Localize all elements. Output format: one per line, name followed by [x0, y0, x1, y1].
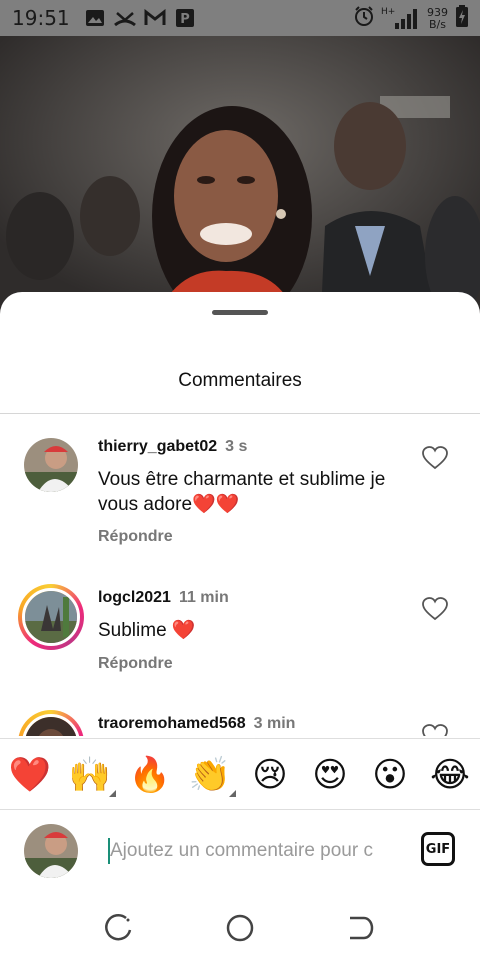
quick-reactions-bar: ❤️ 🙌 🔥 👏 😢 😍 😮 😂: [0, 738, 480, 810]
avatar-story-ring[interactable]: [18, 710, 84, 736]
signal-icon: H+: [381, 7, 421, 31]
sheet-title: Commentaires: [178, 370, 302, 391]
comment-item: logcl2021 11 min Sublime ❤️ Répondre: [0, 564, 480, 694]
status-bar: 19:51 P H+ 939 B/s: [0, 0, 480, 36]
comment-list[interactable]: thierry_gabet02 3 s Vous être charmante e…: [0, 414, 480, 736]
net-speed-unit: B/s: [429, 17, 446, 31]
comment-composer: GIF: [0, 810, 480, 894]
missed-call-icon: [114, 8, 136, 28]
skin-tone-indicator: [229, 790, 236, 797]
sheet-drag-handle[interactable]: [212, 310, 268, 315]
reaction-heart[interactable]: ❤️: [8, 753, 52, 797]
reply-button[interactable]: Répondre: [98, 655, 173, 673]
reaction-crying[interactable]: 😢: [248, 753, 292, 797]
powerpoint-icon: P: [174, 8, 196, 28]
net-speed-value: 939: [427, 5, 448, 19]
system-nav-bar: [0, 894, 480, 960]
current-user-avatar: [24, 824, 78, 878]
gmail-icon: [144, 8, 166, 28]
home-icon[interactable]: [224, 912, 256, 944]
reaction-surprised[interactable]: 😮: [368, 753, 412, 797]
comment-username[interactable]: thierry_gabet02: [98, 438, 217, 455]
reaction-clapping-glyph: 👏: [188, 755, 232, 795]
comment-item: thierry_gabet02 3 s Vous être charmante e…: [0, 414, 480, 564]
comment-username[interactable]: logcl2021: [98, 589, 171, 606]
comment-time: 3 s: [225, 438, 248, 455]
gif-button[interactable]: GIF: [421, 832, 455, 866]
comment-input-wrapper: [108, 834, 398, 868]
svg-text:P: P: [180, 12, 190, 27]
comment-text: Sublime ❤️: [98, 620, 196, 641]
recent-apps-icon[interactable]: [104, 912, 136, 944]
heart-icon[interactable]: [422, 724, 448, 736]
status-time: 19:51: [12, 6, 70, 30]
comment-time: 11 min: [178, 589, 229, 606]
comment-item: traoremohamed568 3 min: [0, 694, 480, 736]
avatar-story-ring[interactable]: [18, 584, 84, 650]
heart-icon[interactable]: [422, 597, 448, 621]
comments-sheet: Commentaires thierry_gabet02 3 s Vous êtr…: [0, 292, 480, 960]
reaction-laughing[interactable]: 😂: [428, 753, 472, 797]
reaction-raising-hands-glyph: 🙌: [68, 755, 112, 795]
reply-button[interactable]: Répondre: [98, 528, 173, 546]
reaction-fire[interactable]: 🔥: [128, 753, 172, 797]
comment-text: Vous être charmante et sublime je vous a…: [98, 469, 386, 515]
avatar[interactable]: [24, 438, 78, 492]
comment-input[interactable]: [110, 834, 398, 868]
reaction-heart-eyes[interactable]: 😍: [308, 753, 352, 797]
comment-username[interactable]: traoremohamed568: [98, 715, 246, 732]
net-speed: 939 B/s: [427, 5, 448, 31]
image-icon: [84, 8, 106, 28]
reaction-raising-hands[interactable]: 🙌: [68, 753, 116, 797]
reaction-clapping[interactable]: 👏: [188, 753, 236, 797]
battery-icon: [454, 4, 470, 33]
back-icon[interactable]: [344, 912, 376, 944]
alarm-icon: [353, 5, 375, 32]
heart-icon[interactable]: [422, 446, 448, 470]
skin-tone-indicator: [109, 790, 116, 797]
comment-time: 3 min: [253, 715, 296, 732]
post-photo: [0, 36, 480, 336]
